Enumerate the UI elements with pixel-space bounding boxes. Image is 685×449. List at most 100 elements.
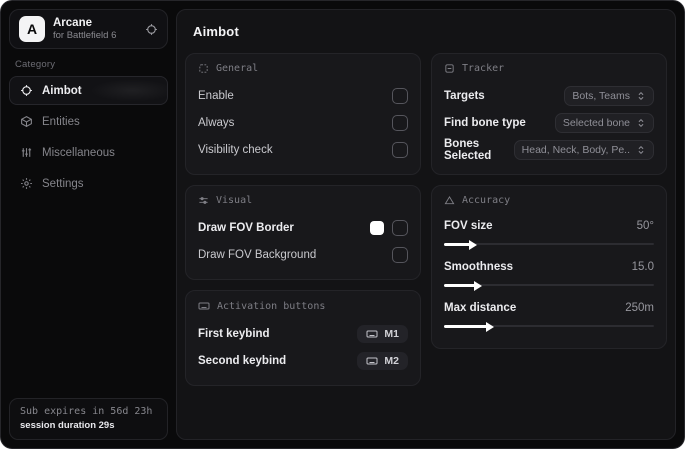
setting-label: Draw FOV Border bbox=[198, 221, 294, 234]
slider-thumb[interactable] bbox=[486, 321, 495, 332]
equalizer-icon bbox=[20, 146, 33, 159]
sidebar-item-entities[interactable]: Entities bbox=[9, 107, 168, 136]
first-keybind-button[interactable]: M1 bbox=[357, 324, 408, 343]
sidebar-item-label: Settings bbox=[42, 177, 84, 190]
session-duration-text: session duration 29s bbox=[20, 420, 115, 431]
scan-box-icon bbox=[444, 63, 455, 74]
keyboard-icon bbox=[366, 355, 378, 367]
targets-dropdown[interactable]: Bots, Teams bbox=[564, 85, 654, 106]
activation-card-title: Activation buttons bbox=[198, 300, 408, 312]
setting-label: Max distance bbox=[444, 302, 517, 314]
setting-row-bones-selected: Bones Selected Head, Neck, Body, Pe.. bbox=[444, 136, 654, 163]
brand-subtitle: for Battlefield 6 bbox=[53, 30, 117, 42]
slider-fill bbox=[444, 242, 472, 246]
category-label: Category bbox=[15, 59, 56, 71]
setting-label: Targets bbox=[444, 89, 485, 102]
always-checkbox[interactable] bbox=[392, 114, 408, 131]
setting-label: Visibility check bbox=[198, 143, 273, 156]
dropdown-value: Selected bone bbox=[562, 116, 630, 129]
left-column: General Enable Always Visibility check V… bbox=[185, 53, 421, 386]
setting-row-max-distance: Max distance 250m bbox=[444, 296, 654, 332]
max-distance-slider[interactable] bbox=[444, 321, 654, 332]
visual-card: Visual Draw FOV Border Draw FOV Backgrou… bbox=[185, 185, 421, 280]
tracker-card: Tracker Targets Bots, Teams Find bone ty… bbox=[431, 53, 667, 175]
dropdown-value: Head, Neck, Body, Pe.. bbox=[521, 143, 630, 156]
keybind-value: M2 bbox=[384, 354, 399, 367]
draw-fov-background-checkbox[interactable] bbox=[392, 246, 408, 263]
setting-label: Draw FOV Background bbox=[198, 248, 317, 261]
second-keybind-button[interactable]: M2 bbox=[357, 351, 408, 370]
brand-text: Arcane for Battlefield 6 bbox=[53, 16, 137, 42]
chevrons-up-down-icon bbox=[636, 145, 646, 155]
entities-icon bbox=[20, 115, 33, 128]
setting-label: Smoothness bbox=[444, 261, 514, 273]
chevrons-up-down-icon bbox=[636, 118, 646, 128]
sidebar: A Arcane for Battlefield 6 Category Aimb… bbox=[1, 1, 176, 448]
setting-row-second-keybind: Second keybind M2 bbox=[198, 347, 408, 374]
slider-thumb[interactable] bbox=[473, 280, 482, 291]
sidebar-item-settings[interactable]: Settings bbox=[9, 169, 168, 198]
sliders-icon bbox=[198, 195, 209, 206]
accuracy-title-text: Accuracy bbox=[462, 195, 511, 206]
setting-label: Enable bbox=[198, 89, 234, 102]
smoothness-slider[interactable] bbox=[444, 280, 654, 291]
crosshair-icon bbox=[20, 84, 33, 97]
setting-label: Always bbox=[198, 116, 235, 129]
setting-row-fov-size: FOV size 50° bbox=[444, 214, 654, 250]
tracker-card-title: Tracker bbox=[444, 63, 654, 74]
visibility-check-checkbox[interactable] bbox=[392, 141, 408, 158]
right-column: Tracker Targets Bots, Teams Find bone ty… bbox=[431, 53, 667, 386]
fov-border-color-swatch[interactable] bbox=[370, 220, 384, 235]
general-card-title: General bbox=[198, 63, 408, 74]
activation-buttons-card: Activation buttons First keybind M1 Seco… bbox=[185, 290, 421, 386]
brand-name: Arcane bbox=[53, 17, 92, 29]
draw-fov-border-checkbox[interactable] bbox=[392, 219, 408, 236]
setting-row-enable: Enable bbox=[198, 82, 408, 109]
sidebar-item-label: Aimbot bbox=[42, 84, 82, 97]
setting-label: First keybind bbox=[198, 327, 270, 340]
main-panel: Aimbot General Enable Always Visibility … bbox=[176, 9, 676, 440]
setting-row-always: Always bbox=[198, 109, 408, 136]
keyboard-icon bbox=[366, 328, 378, 340]
subscription-info-card: Sub expires in 56d 23h session duration … bbox=[9, 398, 168, 440]
setting-label: Bones Selected bbox=[444, 137, 492, 162]
setting-label: FOV size bbox=[444, 220, 493, 232]
activation-title-text: Activation buttons bbox=[217, 300, 326, 312]
brand-card: A Arcane for Battlefield 6 bbox=[9, 9, 168, 50]
fov-size-slider[interactable] bbox=[444, 239, 654, 250]
bones-selected-dropdown[interactable]: Head, Neck, Body, Pe.. bbox=[513, 139, 654, 160]
fov-border-controls bbox=[370, 219, 408, 236]
setting-row-draw-fov-border: Draw FOV Border bbox=[198, 214, 408, 241]
app-window: A Arcane for Battlefield 6 Category Aimb… bbox=[0, 0, 685, 449]
target-icon[interactable] bbox=[145, 23, 158, 36]
slider-thumb[interactable] bbox=[469, 239, 478, 250]
general-title-text: General bbox=[216, 63, 259, 74]
chevrons-up-down-icon bbox=[636, 91, 646, 101]
setting-row-visibility-check: Visibility check bbox=[198, 136, 408, 163]
sub-expiry-text: Sub expires in 56d 23h bbox=[20, 406, 153, 417]
keyboard-icon bbox=[198, 300, 210, 312]
setting-row-targets: Targets Bots, Teams bbox=[444, 82, 654, 109]
sidebar-item-miscellaneous[interactable]: Miscellaneous bbox=[9, 138, 168, 167]
find-bone-type-dropdown[interactable]: Selected bone bbox=[554, 112, 654, 133]
page-title: Aimbot bbox=[193, 24, 239, 39]
tracker-title-text: Tracker bbox=[462, 63, 505, 74]
max-distance-value: 250m bbox=[625, 302, 654, 314]
slider-fill bbox=[444, 283, 476, 287]
keybind-value: M1 bbox=[384, 327, 399, 340]
enable-checkbox[interactable] bbox=[392, 87, 408, 104]
general-card: General Enable Always Visibility check bbox=[185, 53, 421, 175]
brand-logo: A bbox=[19, 16, 45, 43]
setting-row-first-keybind: First keybind M1 bbox=[198, 320, 408, 347]
setting-row-find-bone-type: Find bone type Selected bone bbox=[444, 109, 654, 136]
visual-card-title: Visual bbox=[198, 195, 408, 206]
sidebar-item-label: Entities bbox=[42, 115, 80, 128]
sidebar-item-aimbot[interactable]: Aimbot bbox=[9, 76, 168, 106]
triangle-icon bbox=[444, 195, 455, 206]
setting-row-draw-fov-background: Draw FOV Background bbox=[198, 241, 408, 268]
gear-icon bbox=[20, 177, 33, 190]
dropdown-value: Bots, Teams bbox=[572, 89, 630, 102]
sidebar-nav: Aimbot Entities Miscellaneous Settings bbox=[1, 76, 176, 198]
content-columns: General Enable Always Visibility check V… bbox=[185, 53, 667, 386]
smoothness-value: 15.0 bbox=[631, 261, 654, 273]
